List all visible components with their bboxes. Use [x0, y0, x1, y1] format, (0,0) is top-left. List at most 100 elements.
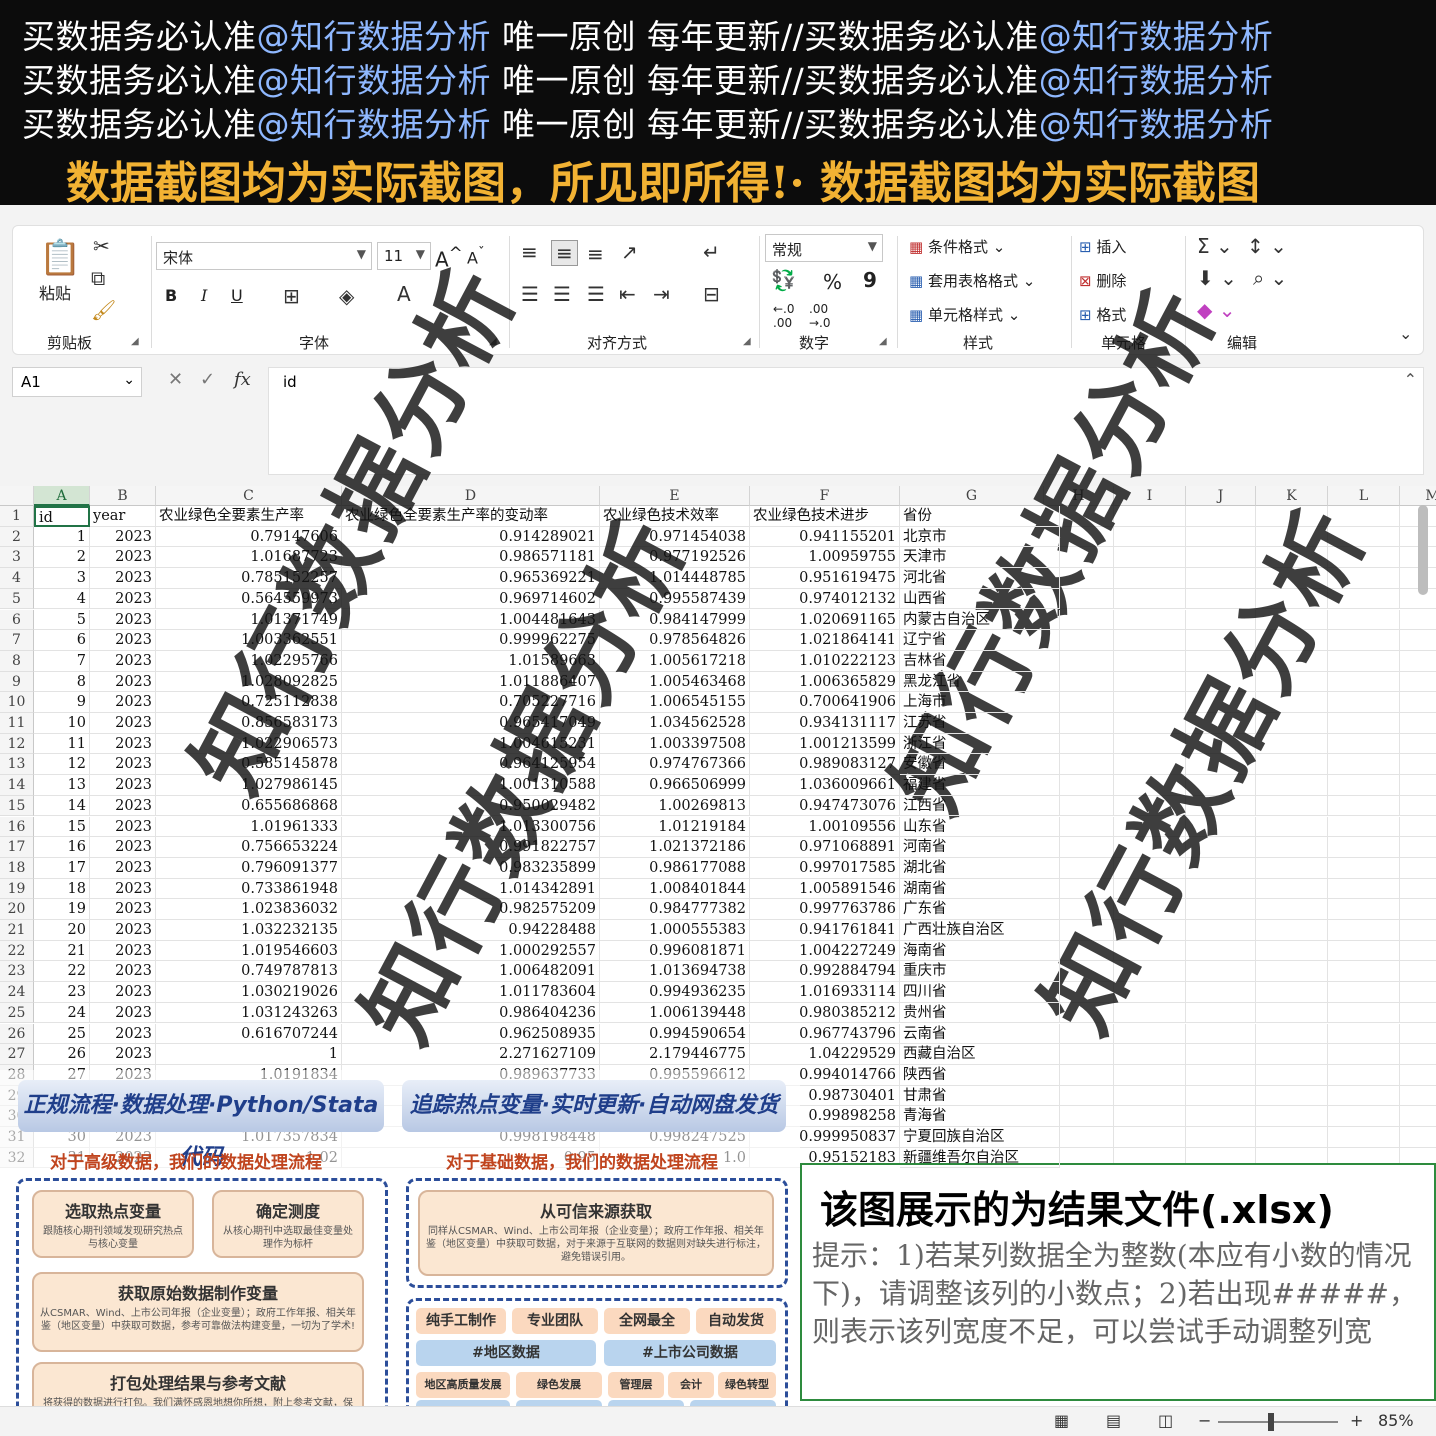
align-top-icon[interactable]: ≡	[521, 240, 538, 264]
table-cell[interactable]	[1328, 650, 1400, 672]
table-cell[interactable]	[1400, 858, 1436, 879]
table-cell[interactable]: 云南省	[900, 1023, 1060, 1045]
header-cell[interactable]: id	[34, 506, 90, 527]
table-cell[interactable]: 2023	[90, 568, 156, 589]
table-cell[interactable]: 浙江省	[900, 733, 1060, 755]
header-cell[interactable]: 省份	[900, 506, 1060, 527]
row-header[interactable]: 25	[0, 1002, 34, 1024]
table-cell[interactable]: 2023	[90, 795, 156, 817]
increase-indent-icon[interactable]: ⇥	[653, 282, 670, 306]
table-cell[interactable]: 1.00959755	[750, 547, 900, 569]
table-cell[interactable]: 河北省	[900, 568, 1060, 589]
table-cell[interactable]: 10	[34, 713, 90, 734]
row-header[interactable]: 5	[0, 588, 34, 610]
table-cell[interactable]	[1400, 899, 1436, 920]
table-cell[interactable]	[1328, 1044, 1400, 1065]
cell-styles-button[interactable]: ▦ 单元格样式 ⌄	[909, 304, 1020, 325]
table-cell[interactable]: 17	[34, 857, 90, 879]
table-cell[interactable]: 贵州省	[900, 1002, 1060, 1024]
table-cell[interactable]: 1	[156, 1044, 342, 1065]
table-cell[interactable]	[1400, 775, 1436, 796]
table-cell[interactable]: 0.992884794	[750, 961, 900, 983]
table-cell[interactable]: 2023	[90, 775, 156, 796]
table-cell[interactable]: 5	[34, 609, 90, 631]
vertical-scrollbar[interactable]	[1418, 505, 1428, 595]
row-header[interactable]: 12	[0, 733, 34, 755]
table-cell[interactable]	[1256, 1002, 1328, 1024]
table-cell[interactable]: 北京市	[900, 526, 1060, 548]
row-header[interactable]: 2	[0, 526, 34, 548]
normal-view-icon[interactable]: ▦	[1054, 1411, 1069, 1430]
table-cell[interactable]: 天津市	[900, 547, 1060, 569]
row-header[interactable]: 6	[0, 609, 34, 631]
table-cell[interactable]	[1256, 1085, 1328, 1107]
table-cell[interactable]: 0.974012132	[750, 588, 900, 610]
table-cell[interactable]	[1328, 671, 1400, 693]
table-cell[interactable]: 2023	[90, 713, 156, 734]
find-select-icon[interactable]: ⌕ ⌄	[1253, 266, 1287, 290]
select-all-button[interactable]	[0, 486, 34, 506]
table-cell[interactable]	[1400, 796, 1436, 817]
table-cell[interactable]	[1114, 1044, 1186, 1065]
table-cell[interactable]: 1.004227249	[750, 940, 900, 962]
table-cell[interactable]: 海南省	[900, 940, 1060, 962]
zoom-level[interactable]: 85%	[1378, 1411, 1414, 1430]
table-cell[interactable]: 湖南省	[900, 878, 1060, 900]
percent-button[interactable]: %	[823, 270, 842, 294]
decrease-decimal-icon[interactable]: .00 →.0	[809, 302, 831, 330]
table-cell[interactable]: 1.003397508	[600, 733, 750, 755]
table-cell[interactable]	[1328, 1106, 1400, 1127]
wrap-text-icon[interactable]: ↵	[703, 240, 720, 264]
row-header[interactable]: 24	[0, 982, 34, 1003]
table-cell[interactable]: 2023	[90, 609, 156, 631]
clipboard-launcher-icon[interactable]: ◢	[131, 336, 139, 347]
table-cell[interactable]: 2023	[90, 650, 156, 672]
table-cell[interactable]: 25	[34, 1023, 90, 1045]
name-box[interactable]: A1 ⌄	[12, 367, 142, 397]
table-cell[interactable]	[1186, 961, 1256, 983]
table-cell[interactable]	[1114, 1127, 1186, 1148]
align-right-icon[interactable]: ☰	[587, 282, 605, 306]
column-header-a[interactable]: A	[34, 486, 90, 506]
table-cell[interactable]	[1256, 1023, 1328, 1045]
table-cell[interactable]: 1.020691165	[750, 609, 900, 631]
table-cell[interactable]	[1328, 713, 1400, 734]
page-break-icon[interactable]: ◫	[1158, 1411, 1173, 1430]
table-cell[interactable]	[1328, 733, 1400, 755]
table-cell[interactable]	[1328, 878, 1400, 900]
table-cell[interactable]	[1256, 857, 1328, 879]
table-cell[interactable]: 7	[34, 650, 90, 672]
table-cell[interactable]: 宁夏回族自治区	[900, 1127, 1060, 1148]
table-cell[interactable]: 0.997763786	[750, 899, 900, 920]
table-cell[interactable]: 1.000555383	[600, 920, 750, 941]
table-cell[interactable]	[1114, 568, 1186, 589]
table-cell[interactable]	[1400, 1003, 1436, 1024]
table-cell[interactable]: 22	[34, 961, 90, 983]
zoom-in-button[interactable]: +	[1350, 1411, 1363, 1430]
table-cell[interactable]: 福建省	[900, 775, 1060, 796]
zoom-slider[interactable]	[1218, 1421, 1338, 1423]
orientation-icon[interactable]: ↗	[621, 240, 638, 264]
table-cell[interactable]	[1256, 1064, 1328, 1086]
table-cell[interactable]	[1400, 651, 1436, 672]
table-cell[interactable]	[1256, 899, 1328, 920]
table-cell[interactable]: 1.013694738	[600, 961, 750, 983]
table-cell[interactable]	[1400, 817, 1436, 838]
table-cell[interactable]: 2023	[90, 754, 156, 776]
table-cell[interactable]: 河南省	[900, 837, 1060, 858]
table-cell[interactable]: 11	[34, 733, 90, 755]
table-cell[interactable]: 0.941155201	[750, 526, 900, 548]
sort-filter-icon[interactable]: ↕ ⌄	[1247, 234, 1287, 258]
table-cell[interactable]: 20	[34, 920, 90, 941]
table-cell[interactable]	[1328, 920, 1400, 941]
autosum-icon[interactable]: Σ ⌄	[1197, 234, 1233, 258]
table-cell[interactable]	[1400, 1106, 1436, 1127]
table-cell[interactable]	[1328, 1127, 1400, 1148]
table-cell[interactable]: 甘肃省	[900, 1085, 1060, 1107]
table-cell[interactable]: 0.971068891	[750, 837, 900, 858]
table-cell[interactable]: 0.700641906	[750, 692, 900, 713]
table-cell[interactable]: 山西省	[900, 588, 1060, 610]
table-cell[interactable]: 2023	[90, 982, 156, 1003]
table-cell[interactable]	[1400, 692, 1436, 713]
table-cell[interactable]: 18	[34, 878, 90, 900]
